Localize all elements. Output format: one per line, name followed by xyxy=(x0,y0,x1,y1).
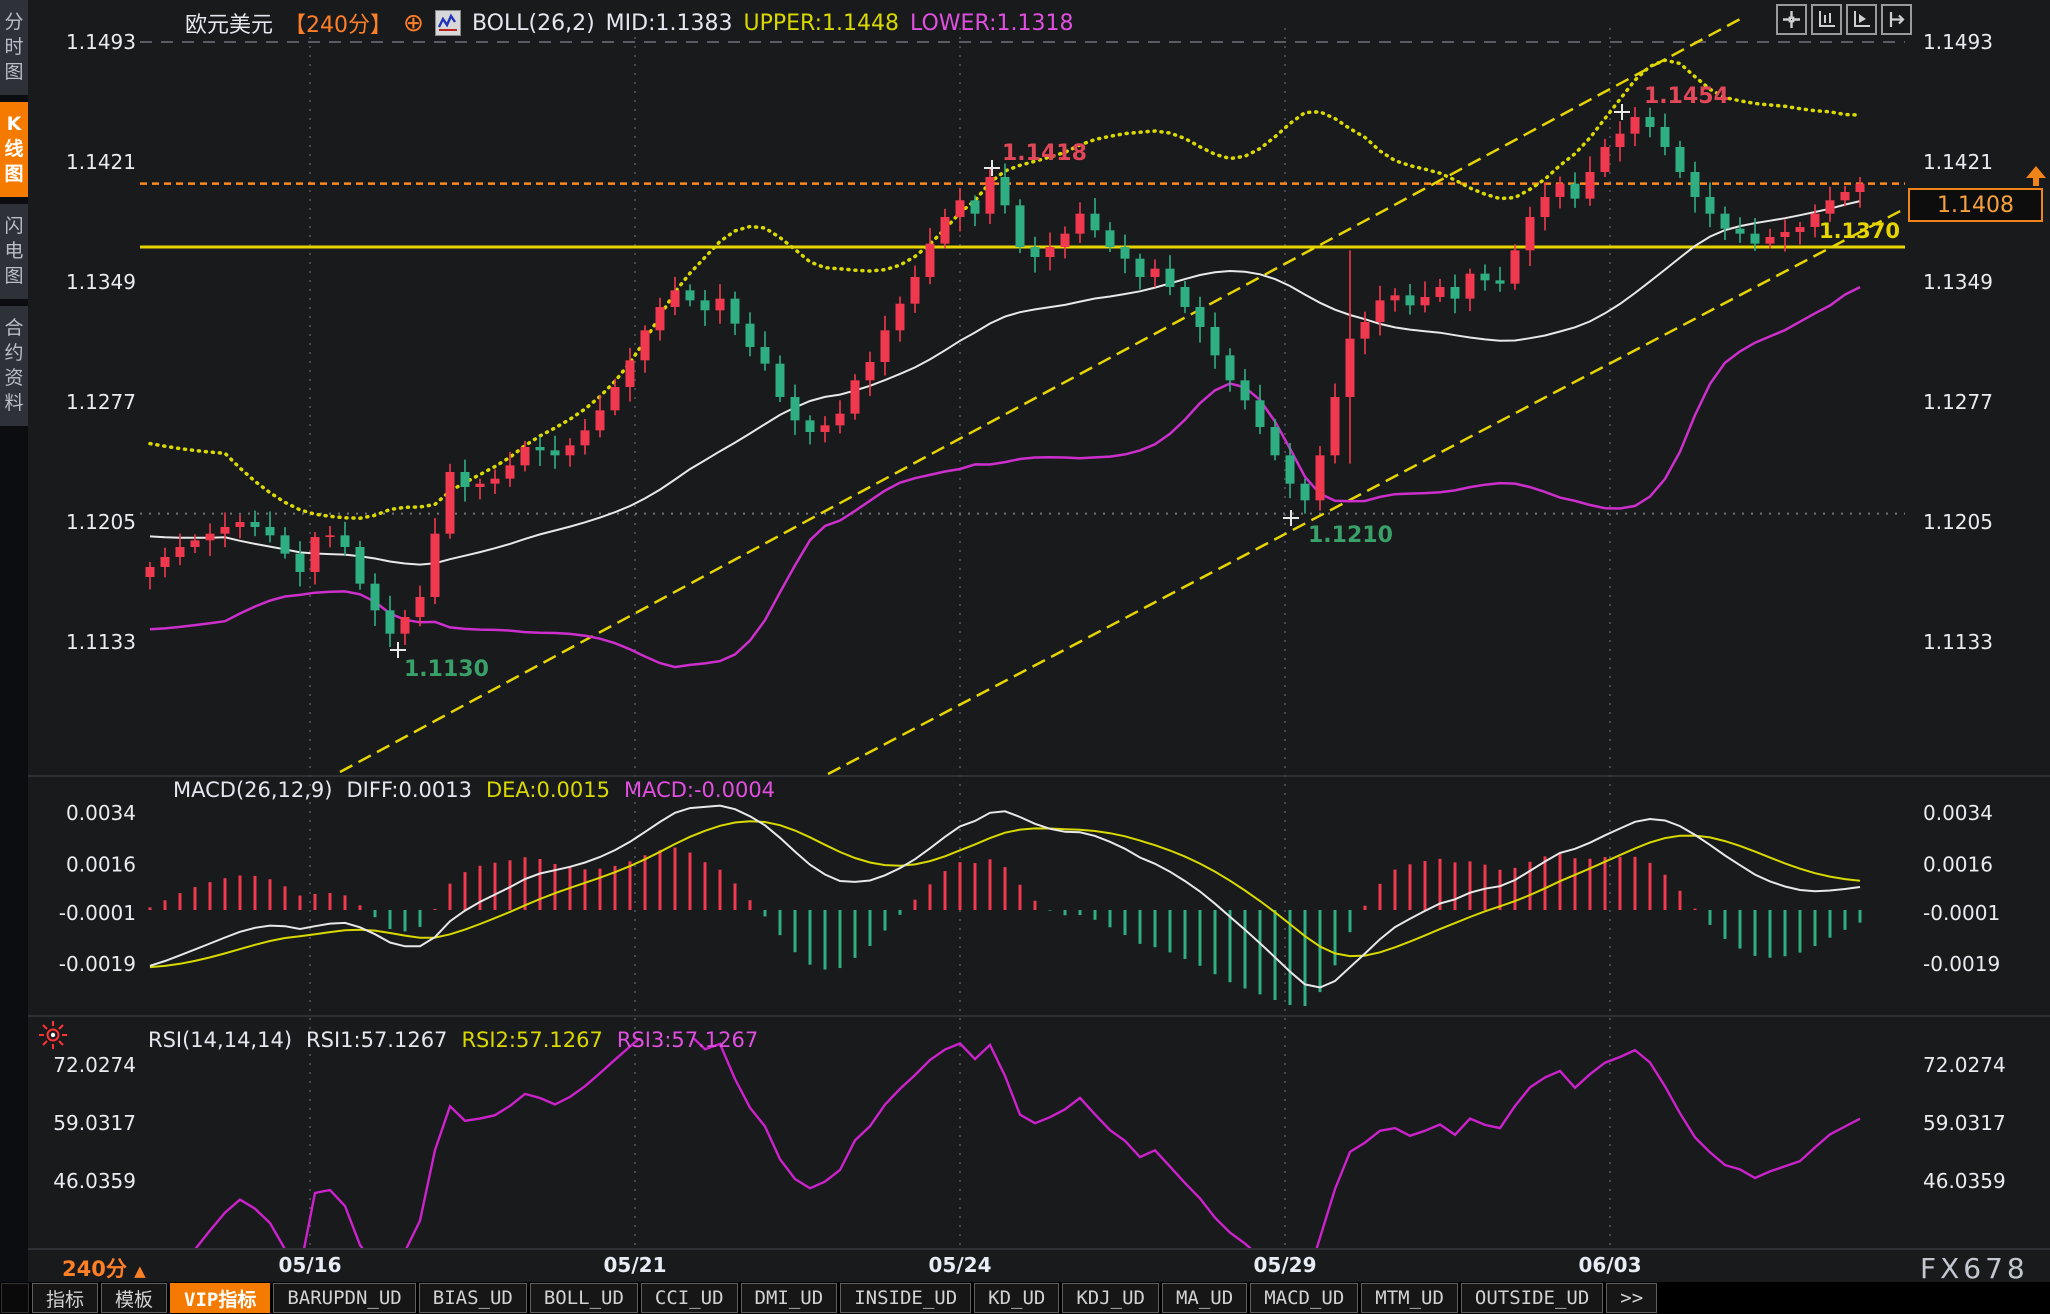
symbol-title: 欧元美元 xyxy=(185,7,273,39)
tab-BARUPDN_UD[interactable]: BARUPDN_UD xyxy=(273,1283,415,1313)
date-tick: 05/16 xyxy=(279,1253,342,1277)
tab-KD_UD[interactable]: KD_UD xyxy=(974,1283,1059,1313)
svg-text:1.1349: 1.1349 xyxy=(1923,270,1993,294)
svg-text:-0.0001: -0.0001 xyxy=(1923,901,2000,925)
svg-text:72.0274: 72.0274 xyxy=(1923,1053,2006,1077)
date-tick: 05/29 xyxy=(1254,1253,1317,1277)
svg-text:0.0034: 0.0034 xyxy=(1923,801,1993,825)
svg-text:1.1277: 1.1277 xyxy=(66,390,136,414)
svg-text:1.1493: 1.1493 xyxy=(66,30,136,54)
scroll-latest-arrow-stem xyxy=(2033,178,2039,186)
tab-BOLL_UD[interactable]: BOLL_UD xyxy=(530,1283,638,1313)
date-tick: 05/21 xyxy=(604,1253,667,1277)
rsi-title: RSI(14,14,14) xyxy=(148,1028,292,1052)
axes-bars-icon[interactable] xyxy=(1811,4,1842,35)
svg-text:1.1205: 1.1205 xyxy=(1923,510,1993,534)
date-tick: 05/24 xyxy=(929,1253,992,1277)
svg-text:59.0317: 59.0317 xyxy=(1923,1111,2006,1135)
svg-text:0.0016: 0.0016 xyxy=(66,852,136,876)
svg-text:1.1130: 1.1130 xyxy=(404,657,489,682)
fx-chart-app: { "header": { "symbol": "欧元美元", "period"… xyxy=(0,0,2050,1314)
period-label[interactable]: 【240分】 xyxy=(284,7,392,39)
svg-text:0.0034: 0.0034 xyxy=(66,801,136,825)
svg-text:0.0016: 0.0016 xyxy=(1923,852,1993,876)
boll-upper-value: UPPER:1.1448 xyxy=(743,11,899,36)
tab-CCI_UD[interactable]: CCI_UD xyxy=(641,1283,738,1313)
svg-text:1.1454: 1.1454 xyxy=(1644,84,1729,109)
add-overlay-icon[interactable]: ⊕ xyxy=(403,12,424,34)
chart-toolbar xyxy=(1776,4,1912,35)
svg-text:46.0359: 46.0359 xyxy=(53,1169,136,1193)
svg-text:46.0359: 46.0359 xyxy=(1923,1169,2006,1193)
macd-header: MACD(26,12,9) DIFF:0.0013 DEA:0.0015 MAC… xyxy=(173,778,775,802)
tab->>[interactable]: >> xyxy=(1606,1283,1657,1313)
tab-BIAS_UD[interactable]: BIAS_UD xyxy=(419,1283,527,1313)
tab-DMI_UD[interactable]: DMI_UD xyxy=(741,1283,838,1313)
rsi-header: RSI(14,14,14) RSI1:57.1267 RSI2:57.1267 … xyxy=(148,1028,758,1052)
svg-text:-0.0019: -0.0019 xyxy=(1923,952,2000,976)
pan-right-icon[interactable] xyxy=(1881,4,1912,35)
svg-text:1.1493: 1.1493 xyxy=(1923,30,1993,54)
boll-lower-value: LOWER:1.1318 xyxy=(910,11,1073,36)
tab-KDJ_UD[interactable]: KDJ_UD xyxy=(1062,1283,1159,1313)
svg-text:1.1205: 1.1205 xyxy=(66,510,136,534)
svg-text:59.0317: 59.0317 xyxy=(53,1111,136,1135)
svg-text:1.1421: 1.1421 xyxy=(1923,150,1993,174)
svg-text:1.1349: 1.1349 xyxy=(66,270,136,294)
sidebar-item-2[interactable]: 闪电图 xyxy=(0,204,28,299)
svg-text:-0.0001: -0.0001 xyxy=(59,901,136,925)
tab-模板[interactable]: 模板 xyxy=(101,1283,167,1313)
tab-INSIDE_UD[interactable]: INSIDE_UD xyxy=(840,1283,971,1313)
tabbar-stub xyxy=(1,1283,29,1313)
last-price-box: 1.1408 xyxy=(1908,188,2043,222)
indicator-chart-icon[interactable] xyxy=(435,10,461,36)
indicator-tabbar: 指标模板VIP指标BARUPDN_UDBIAS_UDBOLL_UDCCI_UDD… xyxy=(0,1282,2050,1314)
indicator-settings-icon[interactable] xyxy=(38,1020,68,1054)
move-icon[interactable] xyxy=(1776,4,1807,35)
tab-MACD_UD[interactable]: MACD_UD xyxy=(1250,1283,1358,1313)
axes-play-icon[interactable] xyxy=(1846,4,1877,35)
rsi2-value: RSI2:57.1267 xyxy=(461,1028,602,1052)
watermark: FX678 xyxy=(1920,1252,2029,1285)
date-tick: 06/03 xyxy=(1579,1253,1642,1277)
sidebar-item-1[interactable]: K线图 xyxy=(0,102,28,197)
svg-text:1.1418: 1.1418 xyxy=(1002,141,1087,166)
boll-label: BOLL(26,2) xyxy=(472,11,595,36)
sidebar-item-3[interactable]: 合约资料 xyxy=(0,306,28,426)
rsi3-value: RSI3:57.1267 xyxy=(617,1028,758,1052)
footer-period[interactable]: 240分 ▲ xyxy=(62,1253,146,1283)
scroll-latest-arrow-icon[interactable] xyxy=(2026,166,2046,178)
svg-text:1.1210: 1.1210 xyxy=(1308,523,1393,548)
macd-dea-value: DEA:0.0015 xyxy=(486,778,610,802)
macd-value: MACD:-0.0004 xyxy=(624,778,775,802)
chart-type-sidebar: 分时图 K线图闪电图合约资料 xyxy=(0,0,28,1282)
chart-canvas[interactable]: 1.1370 1.1418 1.1454 1.1210 1.1130 1.1493 1.14… xyxy=(0,0,2050,1250)
tab-VIP指标[interactable]: VIP指标 xyxy=(170,1283,270,1313)
tab-MA_UD[interactable]: MA_UD xyxy=(1162,1283,1247,1313)
svg-text:1.1133: 1.1133 xyxy=(1923,630,1993,654)
svg-text:1.1421: 1.1421 xyxy=(66,150,136,174)
sidebar-item-0[interactable]: 分时图 xyxy=(0,0,28,95)
tab-OUTSIDE_UD[interactable]: OUTSIDE_UD xyxy=(1461,1283,1603,1313)
svg-text:72.0274: 72.0274 xyxy=(53,1053,136,1077)
period-up-arrow-icon: ▲ xyxy=(134,1262,146,1280)
svg-text:1.1133: 1.1133 xyxy=(66,630,136,654)
main-chart-header: 欧元美元 【240分】 ⊕ BOLL(26,2) MID:1.1383 UPPE… xyxy=(185,7,1073,39)
svg-text:1.1370: 1.1370 xyxy=(1819,219,1900,243)
tab-MTM_UD[interactable]: MTM_UD xyxy=(1361,1283,1458,1313)
macd-title: MACD(26,12,9) xyxy=(173,778,333,802)
svg-text:1.1277: 1.1277 xyxy=(1923,390,1993,414)
boll-mid-value: MID:1.1383 xyxy=(606,11,733,36)
macd-diff-value: DIFF:0.0013 xyxy=(347,778,472,802)
rsi1-value: RSI1:57.1267 xyxy=(306,1028,447,1052)
tab-指标[interactable]: 指标 xyxy=(32,1283,98,1313)
svg-text:-0.0019: -0.0019 xyxy=(59,952,136,976)
